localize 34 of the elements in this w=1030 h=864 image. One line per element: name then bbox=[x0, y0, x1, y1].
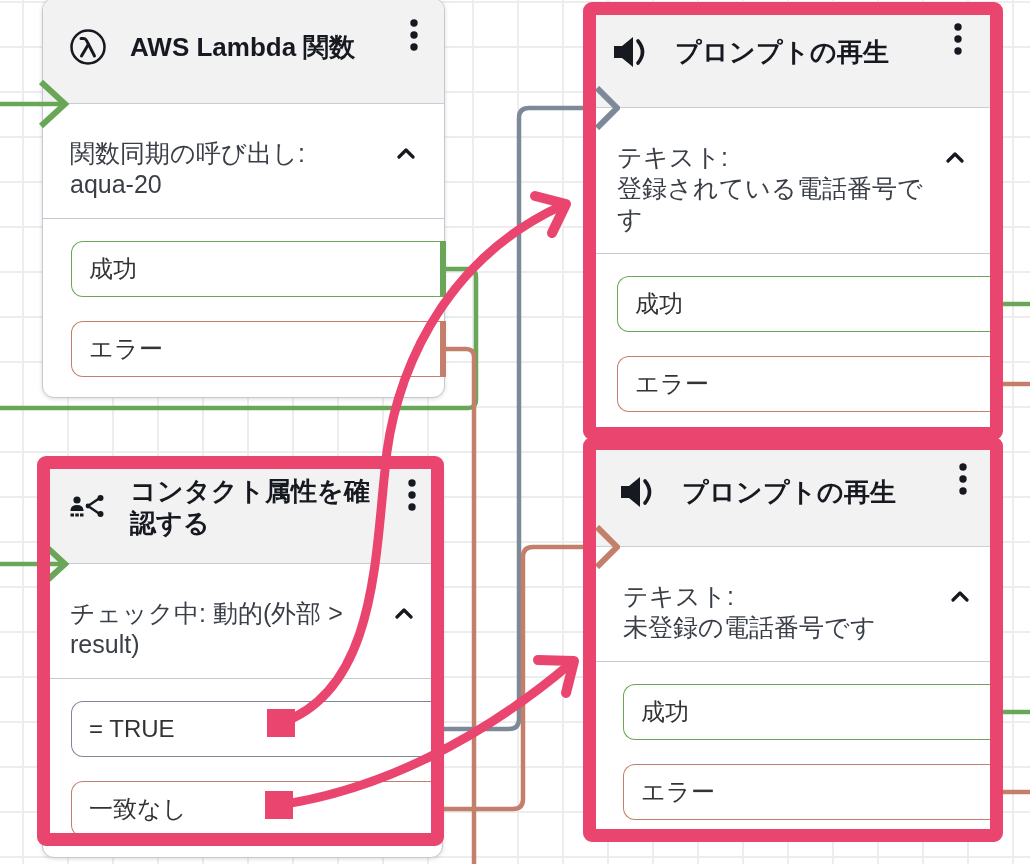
detail-text: チェック中: 動的(外部 > result) bbox=[70, 598, 344, 660]
detail-text: aqua-20 bbox=[70, 169, 163, 200]
chevron-up-icon[interactable] bbox=[946, 152, 964, 163]
people-branch-icon bbox=[70, 494, 106, 520]
output-branch[interactable]: エラー bbox=[617, 356, 990, 412]
detail-text: 登録されている電話番号です bbox=[617, 173, 924, 235]
block-title: コンタクト属性を確認する bbox=[130, 475, 371, 539]
connector-line bbox=[1003, 709, 1030, 715]
output-branch[interactable]: 成功 bbox=[617, 276, 990, 332]
output-branch[interactable]: エラー bbox=[71, 321, 446, 377]
detail-text: 未登録の電話番号です bbox=[623, 612, 876, 643]
chevron-up-icon[interactable] bbox=[951, 591, 969, 602]
lambda-icon bbox=[70, 29, 106, 65]
detail-text: テキスト: bbox=[617, 142, 729, 173]
chevron-up-icon[interactable] bbox=[395, 608, 413, 619]
connector-line bbox=[1003, 381, 1030, 387]
flow-block[interactable]: プロンプトの再生 テキスト: 未登録の電話番号です 成功 エラー bbox=[596, 450, 990, 829]
output-branch[interactable]: 成功 bbox=[71, 241, 446, 297]
flow-block[interactable]: AWS Lambda 関数 関数同期の呼び出し: aqua-20 成功 エラー bbox=[42, 0, 445, 398]
detail-text: テキスト: bbox=[623, 581, 735, 612]
connector-line bbox=[1003, 789, 1030, 795]
more-options-icon[interactable] bbox=[408, 479, 416, 511]
output-branch[interactable]: エラー bbox=[623, 764, 990, 820]
more-options-icon[interactable] bbox=[410, 19, 418, 51]
chevron-up-icon[interactable] bbox=[397, 148, 415, 159]
more-options-icon[interactable] bbox=[959, 463, 967, 495]
flow-block[interactable]: プロンプトの再生 テキスト: 登録されている電話番号です 成功 エラー bbox=[596, 15, 990, 427]
output-branch[interactable]: 成功 bbox=[623, 684, 990, 740]
block-title: プロンプトの再生 bbox=[675, 36, 889, 68]
connector-line bbox=[1003, 301, 1030, 307]
detail-text: 関数同期の呼び出し: bbox=[70, 138, 305, 169]
block-title: AWS Lambda 関数 bbox=[130, 31, 356, 63]
more-options-icon[interactable] bbox=[954, 23, 962, 55]
block-title: プロンプトの再生 bbox=[682, 475, 896, 508]
